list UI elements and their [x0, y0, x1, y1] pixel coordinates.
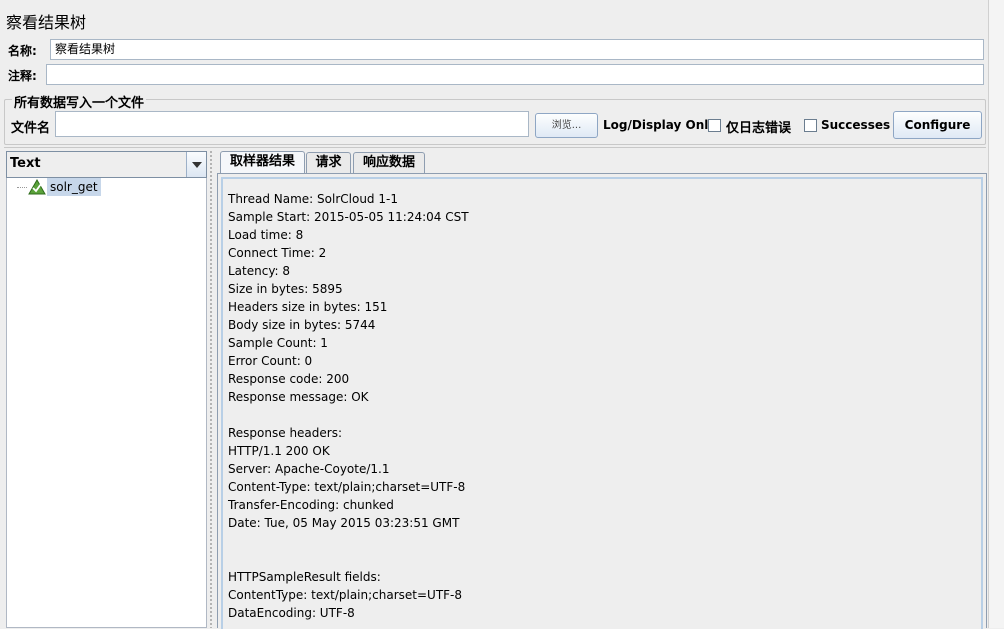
result-line: Body size in bytes: 5744 [228, 318, 376, 332]
result-text-area[interactable]: Thread Name: SolrCloud 1-1 Sample Start: … [221, 177, 983, 629]
successes-checkbox[interactable] [804, 119, 817, 132]
result-line: ContentType: text/plain;charset=UTF-8 [228, 588, 463, 602]
result-line [228, 550, 469, 568]
name-input[interactable]: 察看结果树 [50, 39, 984, 60]
renderer-select-value: Text [10, 156, 41, 171]
result-line: Response headers: [228, 426, 343, 440]
result-line: HTTP/1.1 200 OK [228, 444, 330, 458]
filename-label: 文件名 [11, 121, 51, 136]
result-line: Thread Name: SolrCloud 1-1 [228, 192, 398, 206]
browse-button[interactable]: 浏览... [535, 113, 598, 138]
result-line: Latency: 8 [228, 264, 291, 278]
page-title: 察看结果树 [6, 13, 87, 32]
name-label: 名称: [8, 44, 37, 58]
success-triangle-icon [28, 178, 46, 198]
errors-label: 仅日志错误 [726, 121, 792, 136]
window-edge [988, 0, 1004, 628]
result-line [228, 406, 469, 424]
result-line: Connect Time: 2 [228, 246, 327, 260]
log-display-label: Log/Display Only: [603, 118, 721, 132]
errors-checkbox[interactable] [708, 119, 721, 132]
successes-label: Successes [821, 118, 891, 132]
result-line: Headers size in bytes: 151 [228, 300, 388, 314]
comment-input[interactable] [46, 64, 984, 85]
result-line: Load time: 8 [228, 228, 304, 242]
result-line: Content-Type: text/plain;charset=UTF-8 [228, 480, 466, 494]
tab-response-data[interactable]: 响应数据 [353, 152, 425, 173]
file-group-legend: 所有数据写入一个文件 [12, 92, 147, 111]
tab-sampler-result[interactable]: 取样器结果 [220, 151, 305, 174]
filename-input[interactable] [55, 111, 529, 137]
tree-connector [17, 187, 27, 188]
result-line: Error Count: 0 [228, 354, 313, 368]
result-line: Response message: OK [228, 390, 369, 404]
result-line: DataEncoding: UTF-8 [228, 606, 355, 620]
result-line: Size in bytes: 5895 [228, 282, 343, 296]
result-line [228, 532, 469, 550]
result-line: Transfer-Encoding: chunked [228, 498, 394, 512]
comment-label: 注释: [8, 69, 37, 83]
result-line: Date: Tue, 05 May 2015 03:23:51 GMT [228, 516, 460, 530]
results-tree[interactable]: solr_get [6, 178, 207, 628]
tab-request[interactable]: 请求 [306, 152, 351, 173]
result-line: Server: Apache-Coyote/1.1 [228, 462, 390, 476]
chevron-down-icon[interactable] [186, 152, 206, 177]
tree-item-solr-get[interactable]: solr_get [47, 178, 101, 196]
split-pane-divider[interactable] [209, 150, 214, 628]
configure-button[interactable]: Configure [893, 111, 982, 139]
section-separator [4, 147, 986, 148]
result-line: Sample Start: 2015-05-05 11:24:04 CST [228, 210, 469, 224]
renderer-select[interactable]: Text [6, 151, 207, 178]
result-line: HTTPSampleResult fields: [228, 570, 381, 584]
result-line: Response code: 200 [228, 372, 350, 386]
result-lines: Thread Name: SolrCloud 1-1 Sample Start: … [228, 190, 469, 622]
result-panel: Thread Name: SolrCloud 1-1 Sample Start: … [217, 173, 987, 629]
result-line: Sample Count: 1 [228, 336, 328, 350]
